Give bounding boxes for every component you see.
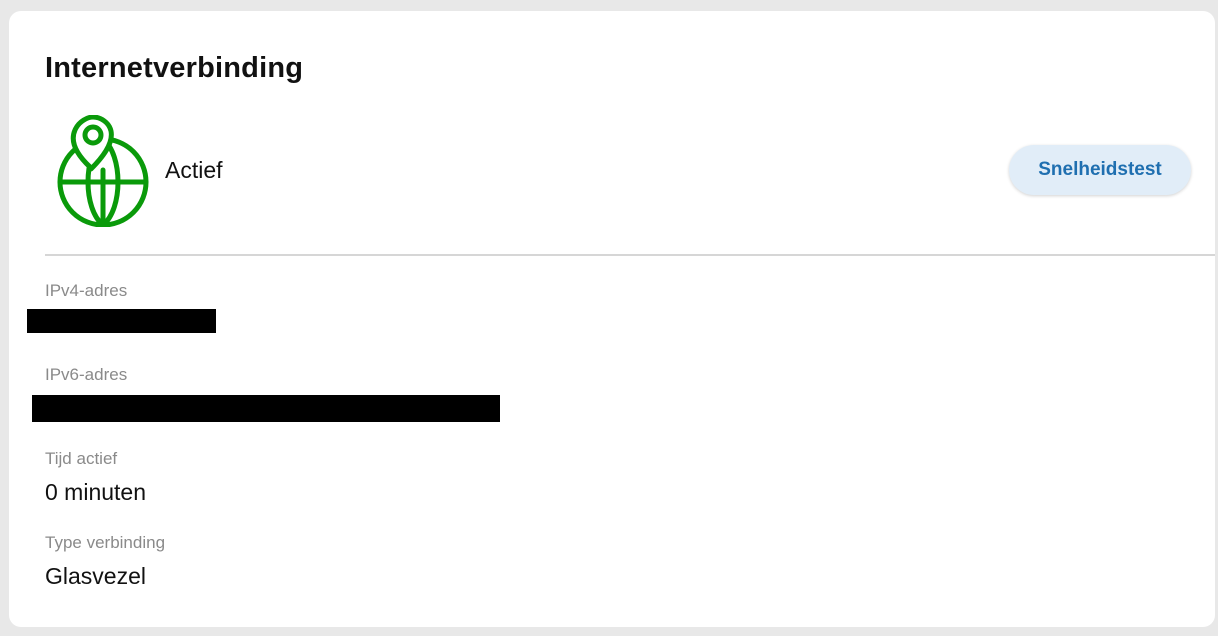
uptime-label: Tijd actief: [45, 449, 118, 468]
connection-status-text: Actief: [165, 157, 223, 183]
connection-type-field: Type verbinding Glasvezel: [45, 533, 165, 589]
ipv4-label: IPv4-adres: [45, 281, 128, 300]
uptime-field: Tijd actief 0 minuten: [45, 449, 146, 505]
uptime-value: 0 minuten: [45, 479, 147, 505]
internet-connection-card: Internetverbinding Actief Snelheidstest …: [9, 11, 1215, 627]
connection-status-row: Actief Snelheidstest: [45, 111, 1195, 231]
ipv4-field: IPv4-adres: [45, 281, 127, 301]
globe-location-pin-icon: [55, 114, 151, 228]
speedtest-button[interactable]: Snelheidstest: [1009, 145, 1191, 195]
ipv6-field: IPv6-adres: [45, 365, 127, 385]
section-divider: [45, 254, 1215, 256]
card-title: Internetverbinding: [45, 52, 304, 84]
ipv6-label: IPv6-adres: [45, 365, 128, 384]
ipv6-value-redacted: [32, 395, 500, 422]
connection-type-value: Glasvezel: [45, 563, 146, 589]
connection-type-label: Type verbinding: [45, 533, 166, 552]
ipv4-value-redacted: [27, 309, 216, 333]
